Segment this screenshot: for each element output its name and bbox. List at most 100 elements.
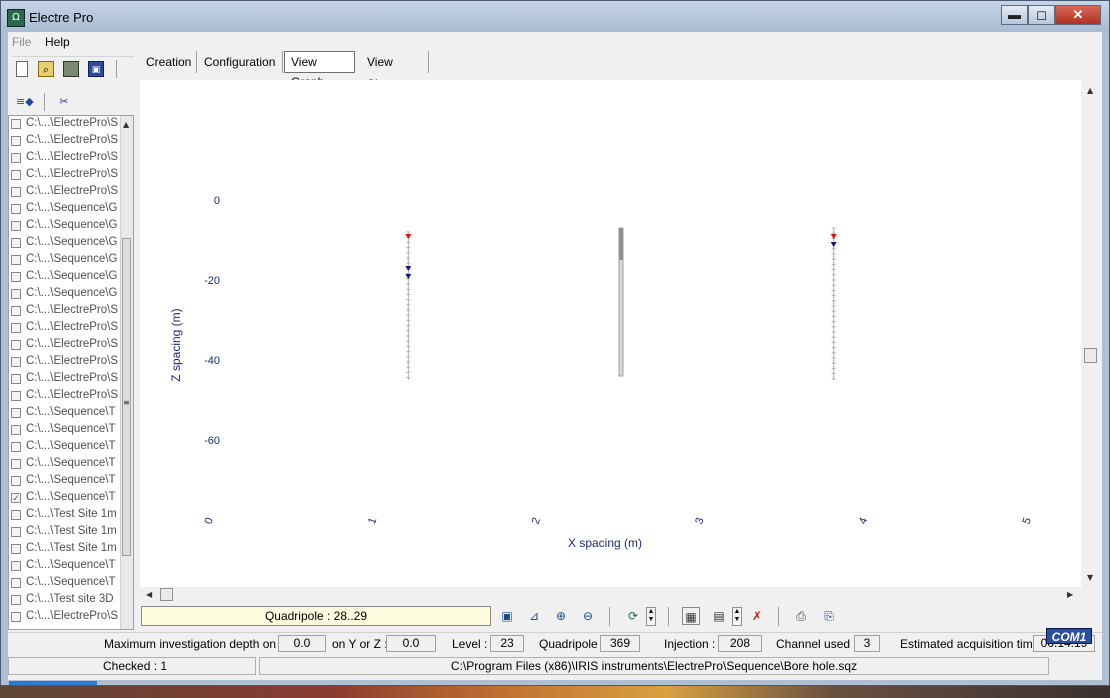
file-checkbox[interactable] — [11, 170, 21, 180]
scrollbar-thumb[interactable] — [160, 588, 173, 601]
quadripole-stepper[interactable]: ▲ ▼ — [646, 607, 656, 626]
file-list-item[interactable]: C:\...\Sequence\G — [11, 218, 121, 235]
file-list-item[interactable]: C:\...\Test Site 1m — [11, 507, 121, 524]
open-folder-icon[interactable]: ⌕ — [38, 61, 54, 77]
scrollbar-thumb[interactable] — [1084, 348, 1097, 363]
file-list-item[interactable]: C:\...\Test site 3D — [11, 592, 121, 609]
file-list-item[interactable]: C:\...\Sequence\T — [11, 473, 121, 490]
file-list-item[interactable]: C:\...\ElectrePro\S — [11, 133, 121, 150]
scroll-left-icon[interactable]: ◀ — [146, 590, 152, 599]
grid-icon[interactable]: ▦ — [682, 607, 700, 625]
file-checkbox[interactable] — [11, 595, 21, 605]
filter-icon[interactable]: ≡◆ — [16, 94, 34, 110]
refresh-icon[interactable]: ⟳ — [624, 607, 642, 625]
file-list-item[interactable]: C:\...\ElectrePro\S — [11, 184, 121, 201]
file-checkbox[interactable] — [11, 153, 21, 163]
scroll-down-icon[interactable]: ▼ — [1087, 573, 1093, 582]
file-list-item[interactable]: C:\...\ElectrePro\S — [11, 320, 121, 337]
graph-vertical-scrollbar[interactable]: ▲ ▼ — [1083, 80, 1099, 590]
file-checkbox[interactable] — [11, 289, 21, 299]
file-checkbox[interactable] — [11, 442, 21, 452]
file-list-item[interactable]: C:\...\Sequence\G — [11, 269, 121, 286]
minimize-button[interactable]: ▬ — [1001, 5, 1028, 25]
file-checkbox[interactable] — [11, 459, 21, 469]
animation-stepper[interactable]: ▲ ▼ — [732, 607, 742, 626]
file-list-item[interactable]: C:\...\Sequence\G — [11, 235, 121, 252]
file-checkbox[interactable] — [11, 476, 21, 486]
file-list-item[interactable]: C:\...\ElectrePro\S — [11, 337, 121, 354]
file-checkbox[interactable] — [11, 187, 21, 197]
new-file-icon[interactable] — [16, 61, 28, 77]
file-list-item[interactable]: C:\...\Sequence\T — [11, 558, 121, 575]
scroll-right-icon[interactable]: ▶ — [1067, 590, 1073, 599]
file-checkbox[interactable] — [11, 204, 21, 214]
file-checkbox[interactable] — [11, 578, 21, 588]
graph-horizontal-scrollbar[interactable]: ◀ ▶ — [140, 587, 1081, 603]
menu-help[interactable]: Help — [45, 35, 70, 49]
file-list-item[interactable]: C:\...\Sequence\G — [11, 252, 121, 269]
file-list-item[interactable]: C:\...\ElectrePro\S — [11, 116, 121, 133]
maximize-button[interactable]: ◻ — [1028, 5, 1055, 25]
close-button[interactable]: ✕ — [1055, 5, 1101, 25]
file-checkbox[interactable] — [11, 119, 21, 129]
file-list-item[interactable]: C:\...\Sequence\T — [11, 405, 121, 422]
tab-view-graph[interactable]: View Graph — [284, 51, 355, 89]
print-icon[interactable]: ⎙ — [792, 607, 810, 625]
file-checkbox[interactable] — [11, 272, 21, 282]
zoom-in-icon[interactable]: ⊕ — [552, 607, 570, 625]
scroll-up-icon[interactable]: ▲ — [123, 120, 129, 129]
file-checkbox[interactable] — [11, 357, 21, 367]
file-checkbox[interactable] — [11, 510, 21, 520]
file-list-item[interactable]: C:\...\Sequence\T — [11, 422, 121, 439]
save-icon[interactable]: ▣ — [88, 61, 104, 77]
axes-icon[interactable]: ⊿ — [525, 607, 543, 625]
file-checkbox[interactable] — [11, 136, 21, 146]
file-checkbox[interactable] — [11, 323, 21, 333]
file-list-item[interactable]: C:\...\ElectrePro\S — [11, 303, 121, 320]
tab-view-sheet[interactable]: View Sheet — [361, 51, 429, 91]
file-checkbox[interactable] — [11, 340, 21, 350]
file-list-item[interactable]: C:\...\Sequence\T — [11, 439, 121, 456]
file-list-scrollbar[interactable]: ▲ ≡ — [120, 116, 133, 629]
fit-view-icon[interactable]: ▣ — [498, 607, 516, 625]
file-checkbox[interactable] — [11, 612, 21, 622]
scrollbar-thumb[interactable] — [122, 238, 131, 556]
file-list-item[interactable]: C:\...\ElectrePro\S — [11, 150, 121, 167]
file-list-item[interactable]: ✓ C:\...\Sequence\T — [11, 490, 121, 507]
menu-file[interactable]: File — [12, 35, 31, 49]
file-list-item[interactable]: C:\...\ElectrePro\S — [11, 354, 121, 371]
file-checkbox[interactable] — [11, 374, 21, 384]
file-checkbox[interactable] — [11, 425, 21, 435]
file-list-item[interactable]: C:\...\ElectrePro\S — [11, 388, 121, 405]
film-icon[interactable]: ▤ — [710, 607, 728, 625]
title-bar[interactable]: Ω Electre Pro ▬ ◻ ✕ — [1, 1, 1109, 33]
file-checkbox[interactable] — [11, 221, 21, 231]
file-list-item[interactable]: C:\...\Test Site 1m — [11, 541, 121, 558]
file-checkbox[interactable] — [11, 306, 21, 316]
file-list[interactable]: ▲ ≡ C:\...\ElectrePro\S C:\...\ElectrePro… — [8, 115, 134, 630]
file-list-item[interactable]: C:\...\ElectrePro\S — [11, 167, 121, 184]
file-list-item[interactable]: C:\...\Sequence\T — [11, 575, 121, 592]
file-checkbox[interactable] — [11, 561, 21, 571]
tab-configuration[interactable]: Configuration — [198, 51, 283, 73]
file-list-item[interactable]: C:\...\Test Site 1m — [11, 524, 121, 541]
file-checkbox[interactable] — [11, 544, 21, 554]
file-checkbox[interactable] — [11, 527, 21, 537]
export-icon[interactable]: ⎘ — [820, 607, 838, 625]
file-list-item[interactable]: C:\...\Sequence\T — [11, 456, 121, 473]
tab-creation[interactable]: Creation — [140, 51, 197, 73]
file-list-item[interactable]: C:\...\ElectrePro\S — [11, 609, 121, 626]
file-list-item[interactable]: C:\...\Sequence\G — [11, 286, 121, 303]
cut-icon[interactable]: ✂ — [56, 94, 72, 110]
file-checkbox[interactable] — [11, 238, 21, 248]
file-list-item[interactable]: C:\...\Sequence\G — [11, 201, 121, 218]
erase-icon[interactable]: ✗ — [748, 607, 766, 625]
scroll-up-icon[interactable]: ▲ — [1087, 86, 1093, 95]
zoom-out-icon[interactable]: ⊖ — [579, 607, 597, 625]
file-checkbox[interactable] — [11, 408, 21, 418]
file-list-item[interactable]: C:\...\ElectrePro\S — [11, 371, 121, 388]
device-icon[interactable] — [63, 61, 79, 77]
file-checkbox[interactable]: ✓ — [11, 493, 21, 503]
file-checkbox[interactable] — [11, 255, 21, 265]
file-checkbox[interactable] — [11, 391, 21, 401]
